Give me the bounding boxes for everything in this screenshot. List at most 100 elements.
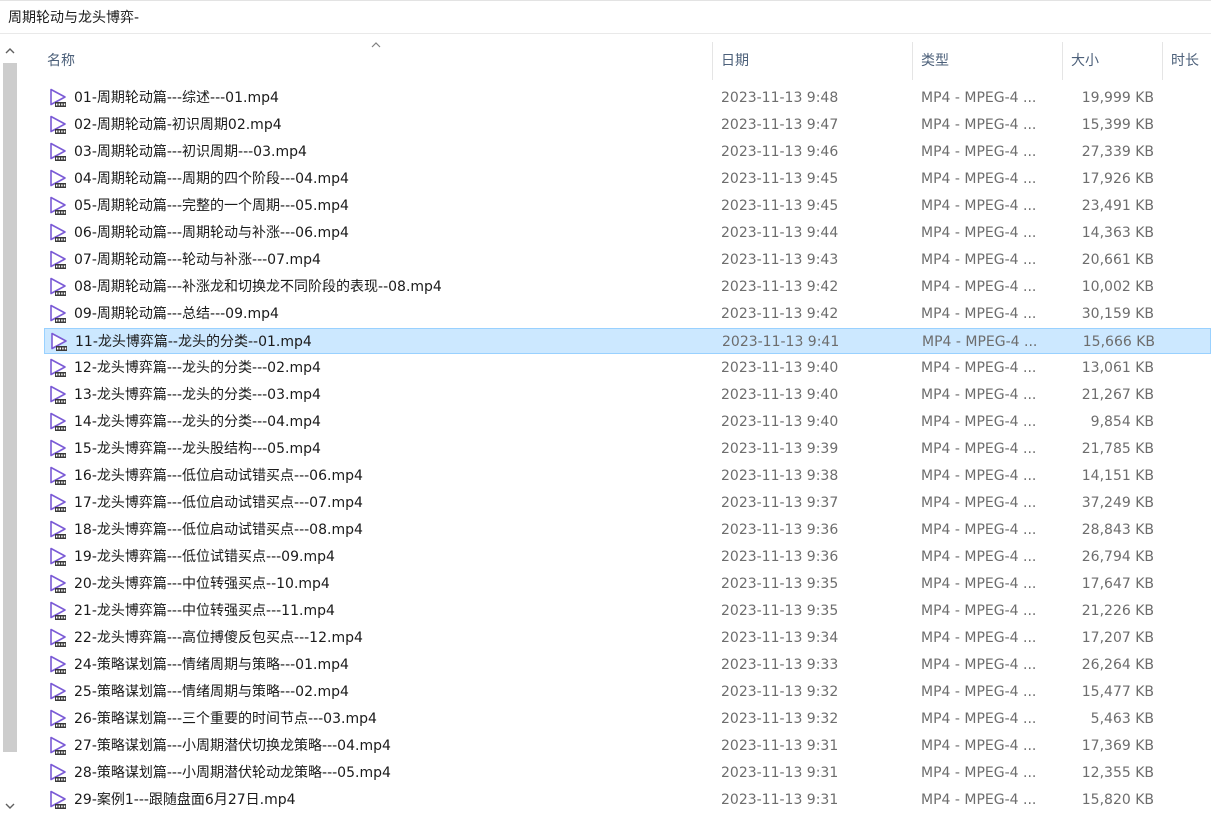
file-date: 2023-11-13 9:39: [721, 441, 839, 457]
column-header-row: 名称 日期 类型 大小 时长: [20, 42, 1211, 80]
file-row[interactable]: 08-周期轮动篇---补涨龙和切换龙不同阶段的表现--08.mp4 2023-11…: [44, 274, 1211, 300]
file-type: MP4 - MPEG-4 ...: [921, 495, 1037, 511]
file-name: 18-龙头博弈篇---低位启动试错买点---08.mp4: [74, 522, 363, 538]
file-row[interactable]: 06-周期轮动篇---周期轮动与补涨---06.mp4 2023-11-13 9:…: [44, 220, 1211, 246]
video-file-icon: [50, 277, 66, 296]
file-date: 2023-11-13 9:35: [721, 603, 839, 619]
file-date: 2023-11-13 9:34: [721, 630, 839, 646]
file-name: 01-周期轮动篇---综述---01.mp4: [74, 90, 279, 106]
file-row[interactable]: 13-龙头博弈篇---龙头的分类---03.mp4 2023-11-13 9:40…: [44, 382, 1211, 408]
video-file-icon: [51, 332, 67, 351]
file-row[interactable]: 20-龙头博弈篇---中位转强买点--10.mp4 2023-11-13 9:35…: [44, 571, 1211, 597]
file-name: 21-龙头博弈篇---中位转强买点---11.mp4: [74, 603, 335, 619]
file-row[interactable]: 26-策略谋划篇---三个重要的时间节点---03.mp4 2023-11-13 …: [44, 706, 1211, 732]
file-size: 37,249 KB: [1081, 495, 1154, 511]
file-type: MP4 - MPEG-4 ...: [921, 198, 1037, 214]
file-type: MP4 - MPEG-4 ...: [921, 225, 1037, 241]
column-header-type[interactable]: 类型: [912, 42, 1062, 80]
file-row[interactable]: 21-龙头博弈篇---中位转强买点---11.mp4 2023-11-13 9:3…: [44, 598, 1211, 624]
address-bar[interactable]: 周期轮动与龙头博弈-: [0, 0, 1211, 34]
file-row[interactable]: 07-周期轮动篇---轮动与补涨---07.mp4 2023-11-13 9:43…: [44, 247, 1211, 273]
file-type: MP4 - MPEG-4 ...: [921, 576, 1037, 592]
file-name: 03-周期轮动篇---初识周期---03.mp4: [74, 144, 307, 160]
file-size: 17,926 KB: [1081, 171, 1154, 187]
video-file-icon: [50, 682, 66, 701]
file-date: 2023-11-13 9:36: [721, 522, 839, 538]
file-type: MP4 - MPEG-4 ...: [921, 711, 1037, 727]
file-row[interactable]: 16-龙头博弈篇---低位启动试错买点---06.mp4 2023-11-13 9…: [44, 463, 1211, 489]
video-file-icon: [50, 574, 66, 593]
video-file-icon: [50, 115, 66, 134]
video-file-icon: [50, 763, 66, 782]
video-file-icon: [50, 709, 66, 728]
file-date: 2023-11-13 9:45: [721, 171, 839, 187]
file-date: 2023-11-13 9:44: [721, 225, 839, 241]
file-size: 14,151 KB: [1081, 468, 1154, 484]
file-row[interactable]: 17-龙头博弈篇---低位启动试错买点---07.mp4 2023-11-13 9…: [44, 490, 1211, 516]
file-name: 26-策略谋划篇---三个重要的时间节点---03.mp4: [74, 711, 377, 727]
file-name: 06-周期轮动篇---周期轮动与补涨---06.mp4: [74, 225, 349, 241]
file-row[interactable]: 18-龙头博弈篇---低位启动试错买点---08.mp4 2023-11-13 9…: [44, 517, 1211, 543]
file-name: 14-龙头博弈篇---龙头的分类---04.mp4: [74, 414, 321, 430]
file-type: MP4 - MPEG-4 ...: [921, 360, 1037, 376]
file-row[interactable]: 03-周期轮动篇---初识周期---03.mp4 2023-11-13 9:46 M…: [44, 139, 1211, 165]
file-type: MP4 - MPEG-4 ...: [921, 630, 1037, 646]
file-row[interactable]: 14-龙头博弈篇---龙头的分类---04.mp4 2023-11-13 9:40…: [44, 409, 1211, 435]
file-size: 15,477 KB: [1081, 684, 1154, 700]
file-row[interactable]: 11-龙头博弈篇--龙头的分类--01.mp4 2023-11-13 9:41 MP…: [44, 328, 1211, 354]
file-type: MP4 - MPEG-4 ...: [921, 468, 1037, 484]
file-size: 26,264 KB: [1081, 657, 1154, 673]
file-date: 2023-11-13 9:33: [721, 657, 839, 673]
file-size: 21,267 KB: [1081, 387, 1154, 403]
vertical-scrollbar[interactable]: [0, 42, 20, 816]
file-size: 19,999 KB: [1081, 90, 1154, 106]
file-date: 2023-11-13 9:40: [721, 360, 839, 376]
file-date: 2023-11-13 9:43: [721, 252, 839, 268]
file-name: 13-龙头博弈篇---龙头的分类---03.mp4: [74, 387, 321, 403]
file-row[interactable]: 01-周期轮动篇---综述---01.mp4 2023-11-13 9:48 MP4…: [44, 85, 1211, 111]
file-date: 2023-11-13 9:32: [721, 684, 839, 700]
file-row[interactable]: 05-周期轮动篇---完整的一个周期---05.mp4 2023-11-13 9:…: [44, 193, 1211, 219]
file-row[interactable]: 24-策略谋划篇---情绪周期与策略---01.mp4 2023-11-13 9:…: [44, 652, 1211, 678]
file-row[interactable]: 28-策略谋划篇---小周期潜伏轮动龙策略---05.mp4 2023-11-13…: [44, 760, 1211, 786]
scrollbar-thumb[interactable]: [3, 63, 17, 752]
file-row[interactable]: 04-周期轮动篇---周期的四个阶段---04.mp4 2023-11-13 9:…: [44, 166, 1211, 192]
file-row[interactable]: 29-案例1---跟随盘面6月27日.mp4 2023-11-13 9:31 MP4…: [44, 787, 1211, 813]
column-header-date[interactable]: 日期: [712, 42, 912, 80]
file-date: 2023-11-13 9:36: [721, 549, 839, 565]
file-date: 2023-11-13 9:48: [721, 90, 839, 106]
file-name: 04-周期轮动篇---周期的四个阶段---04.mp4: [74, 171, 349, 187]
chevron-up-icon[interactable]: [3, 44, 17, 58]
column-header-size[interactable]: 大小: [1062, 42, 1162, 80]
video-file-icon: [50, 655, 66, 674]
file-size: 23,491 KB: [1081, 198, 1154, 214]
video-file-icon: [50, 520, 66, 539]
file-name: 17-龙头博弈篇---低位启动试错买点---07.mp4: [74, 495, 363, 511]
file-size: 30,159 KB: [1081, 306, 1154, 322]
file-row[interactable]: 15-龙头博弈篇---龙头股结构---05.mp4 2023-11-13 9:39…: [44, 436, 1211, 462]
file-name: 28-策略谋划篇---小周期潜伏轮动龙策略---05.mp4: [74, 765, 391, 781]
file-row[interactable]: 27-策略谋划篇---小周期潜伏切换龙策略---04.mp4 2023-11-13…: [44, 733, 1211, 759]
file-name: 02-周期轮动篇-初识周期02.mp4: [74, 117, 282, 133]
chevron-down-icon[interactable]: [3, 799, 17, 813]
file-type: MP4 - MPEG-4 ...: [921, 171, 1037, 187]
file-row[interactable]: 09-周期轮动篇---总结---09.mp4 2023-11-13 9:42 MP4…: [44, 301, 1211, 327]
file-row[interactable]: 02-周期轮动篇-初识周期02.mp4 2023-11-13 9:47 MP4 - …: [44, 112, 1211, 138]
video-file-icon: [50, 385, 66, 404]
video-file-icon: [50, 169, 66, 188]
video-file-icon: [50, 790, 66, 809]
file-size: 9,854 KB: [1090, 414, 1154, 430]
file-name: 22-龙头博弈篇---高位搏傻反包买点---12.mp4: [74, 630, 363, 646]
file-name: 16-龙头博弈篇---低位启动试错买点---06.mp4: [74, 468, 363, 484]
file-row[interactable]: 12-龙头博弈篇---龙头的分类---02.mp4 2023-11-13 9:40…: [44, 355, 1211, 381]
file-size: 15,666 KB: [1082, 334, 1155, 350]
file-row[interactable]: 22-龙头博弈篇---高位搏傻反包买点---12.mp4 2023-11-13 9…: [44, 625, 1211, 651]
file-size: 13,061 KB: [1081, 360, 1154, 376]
file-row[interactable]: 19-龙头博弈篇---低位试错买点---09.mp4 2023-11-13 9:3…: [44, 544, 1211, 570]
file-date: 2023-11-13 9:31: [721, 792, 839, 808]
column-header-duration[interactable]: 时长: [1162, 42, 1211, 80]
column-header-name[interactable]: 名称: [47, 42, 712, 80]
file-type: MP4 - MPEG-4 ...: [921, 387, 1037, 403]
file-row[interactable]: 25-策略谋划篇---情绪周期与策略---02.mp4 2023-11-13 9:…: [44, 679, 1211, 705]
file-type: MP4 - MPEG-4 ...: [921, 279, 1037, 295]
